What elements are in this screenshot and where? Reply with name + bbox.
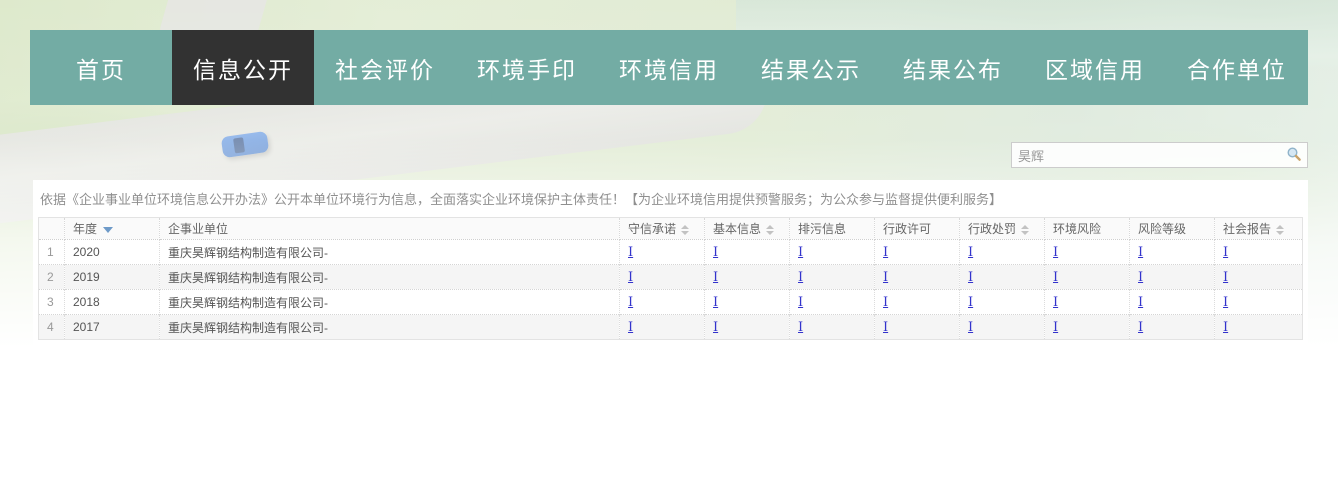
link-discharge-info[interactable]: I — [798, 295, 803, 310]
row-index: 2 — [39, 265, 65, 290]
company-cell: 重庆昊辉钢结构制造有限公司- — [160, 240, 620, 265]
link-social-report[interactable]: I — [1223, 270, 1228, 285]
main-nav: 首页 信息公开 社会评价 环境手印 环境信用 结果公示 结果公布 区域信用 合作… — [30, 30, 1308, 105]
link-admin-permit[interactable]: I — [883, 270, 888, 285]
link-social-report[interactable]: I — [1223, 295, 1228, 310]
link-basic-info[interactable]: I — [713, 295, 718, 310]
column-header-year[interactable]: 年度 — [65, 218, 160, 240]
nav-item-partners[interactable]: 合作单位 — [1166, 30, 1308, 105]
link-discharge-info[interactable]: I — [798, 245, 803, 260]
column-header-company: 企事业单位 — [160, 218, 620, 240]
link-env-risk[interactable]: I — [1053, 270, 1058, 285]
content-panel: 依据《企业事业单位环境信息公开办法》公开本单位环境行为信息，全面落实企业环境保护… — [33, 180, 1308, 487]
nav-item-result-publicity[interactable]: 结果公示 — [740, 30, 882, 105]
year-cell: 2018 — [65, 290, 160, 315]
link-basic-info[interactable]: I — [713, 270, 718, 285]
column-header-admin-penalty[interactable]: 行政处罚 — [960, 218, 1045, 240]
column-header-promise[interactable]: 守信承诺 — [620, 218, 705, 240]
link-admin-penalty[interactable]: I — [968, 320, 973, 335]
table-row: 3 2018 重庆昊辉钢结构制造有限公司- I I I I I I I I — [39, 290, 1303, 315]
sort-icon — [1021, 225, 1029, 235]
sort-icon — [681, 225, 689, 235]
year-cell: 2017 — [65, 315, 160, 340]
nav-item-env-credit[interactable]: 环境信用 — [598, 30, 740, 105]
link-discharge-info[interactable]: I — [798, 270, 803, 285]
table-row: 2 2019 重庆昊辉钢结构制造有限公司- I I I I I I I I — [39, 265, 1303, 290]
link-admin-penalty[interactable]: I — [968, 245, 973, 260]
row-index: 3 — [39, 290, 65, 315]
table-header-row: 年度 企事业单位 守信承诺 基本信息 排污信息 行政许可 行政处罚 环境风险 风… — [39, 218, 1303, 240]
magnifier-icon — [1286, 146, 1302, 165]
column-header-risk-level: 风险等级 — [1130, 218, 1215, 240]
link-social-report[interactable]: I — [1223, 245, 1228, 260]
nav-item-home[interactable]: 首页 — [30, 30, 172, 105]
table-row: 1 2020 重庆昊辉钢结构制造有限公司- I I I I I I I I — [39, 240, 1303, 265]
year-cell: 2020 — [65, 240, 160, 265]
notice-text: 依据《企业事业单位环境信息公开办法》公开本单位环境行为信息，全面落实企业环境保护… — [40, 189, 1301, 208]
link-risk-level[interactable]: I — [1138, 295, 1143, 310]
link-promise[interactable]: I — [628, 270, 633, 285]
search-button[interactable] — [1281, 143, 1307, 167]
column-header-social-report[interactable]: 社会报告 — [1215, 218, 1303, 240]
column-header-index — [39, 218, 65, 240]
company-cell: 重庆昊辉钢结构制造有限公司- — [160, 265, 620, 290]
row-index: 1 — [39, 240, 65, 265]
link-social-report[interactable]: I — [1223, 320, 1228, 335]
link-basic-info[interactable]: I — [713, 245, 718, 260]
link-discharge-info[interactable]: I — [798, 320, 803, 335]
link-admin-permit[interactable]: I — [883, 295, 888, 310]
link-admin-permit[interactable]: I — [883, 320, 888, 335]
year-cell: 2019 — [65, 265, 160, 290]
table-row: 4 2017 重庆昊辉钢结构制造有限公司- I I I I I I I I — [39, 315, 1303, 340]
link-env-risk[interactable]: I — [1053, 245, 1058, 260]
nav-item-result-release[interactable]: 结果公布 — [882, 30, 1024, 105]
sort-icon — [1276, 225, 1284, 235]
link-env-risk[interactable]: I — [1053, 295, 1058, 310]
link-risk-level[interactable]: I — [1138, 270, 1143, 285]
link-promise[interactable]: I — [628, 295, 633, 310]
link-basic-info[interactable]: I — [713, 320, 718, 335]
nav-item-env-handprint[interactable]: 环境手印 — [456, 30, 598, 105]
column-header-admin-permit: 行政许可 — [875, 218, 960, 240]
sort-desc-icon — [103, 227, 113, 233]
column-header-discharge-info: 排污信息 — [790, 218, 875, 240]
nav-item-social-evaluation[interactable]: 社会评价 — [314, 30, 456, 105]
row-index: 4 — [39, 315, 65, 340]
link-promise[interactable]: I — [628, 320, 633, 335]
company-cell: 重庆昊辉钢结构制造有限公司- — [160, 290, 620, 315]
column-header-env-risk: 环境风险 — [1045, 218, 1130, 240]
company-cell: 重庆昊辉钢结构制造有限公司- — [160, 315, 620, 340]
records-table: 年度 企事业单位 守信承诺 基本信息 排污信息 行政许可 行政处罚 环境风险 风… — [38, 217, 1303, 340]
link-env-risk[interactable]: I — [1053, 320, 1058, 335]
link-risk-level[interactable]: I — [1138, 245, 1143, 260]
link-admin-penalty[interactable]: I — [968, 295, 973, 310]
search-input[interactable] — [1012, 143, 1281, 167]
page: 首页 信息公开 社会评价 环境手印 环境信用 结果公示 结果公布 区域信用 合作… — [0, 0, 1338, 487]
link-admin-permit[interactable]: I — [883, 245, 888, 260]
column-header-basic-info[interactable]: 基本信息 — [705, 218, 790, 240]
nav-item-regional-credit[interactable]: 区域信用 — [1024, 30, 1166, 105]
sort-icon — [766, 225, 774, 235]
search-box — [1011, 142, 1308, 168]
nav-item-info-disclosure[interactable]: 信息公开 — [172, 30, 314, 105]
link-risk-level[interactable]: I — [1138, 320, 1143, 335]
link-admin-penalty[interactable]: I — [968, 270, 973, 285]
link-promise[interactable]: I — [628, 245, 633, 260]
